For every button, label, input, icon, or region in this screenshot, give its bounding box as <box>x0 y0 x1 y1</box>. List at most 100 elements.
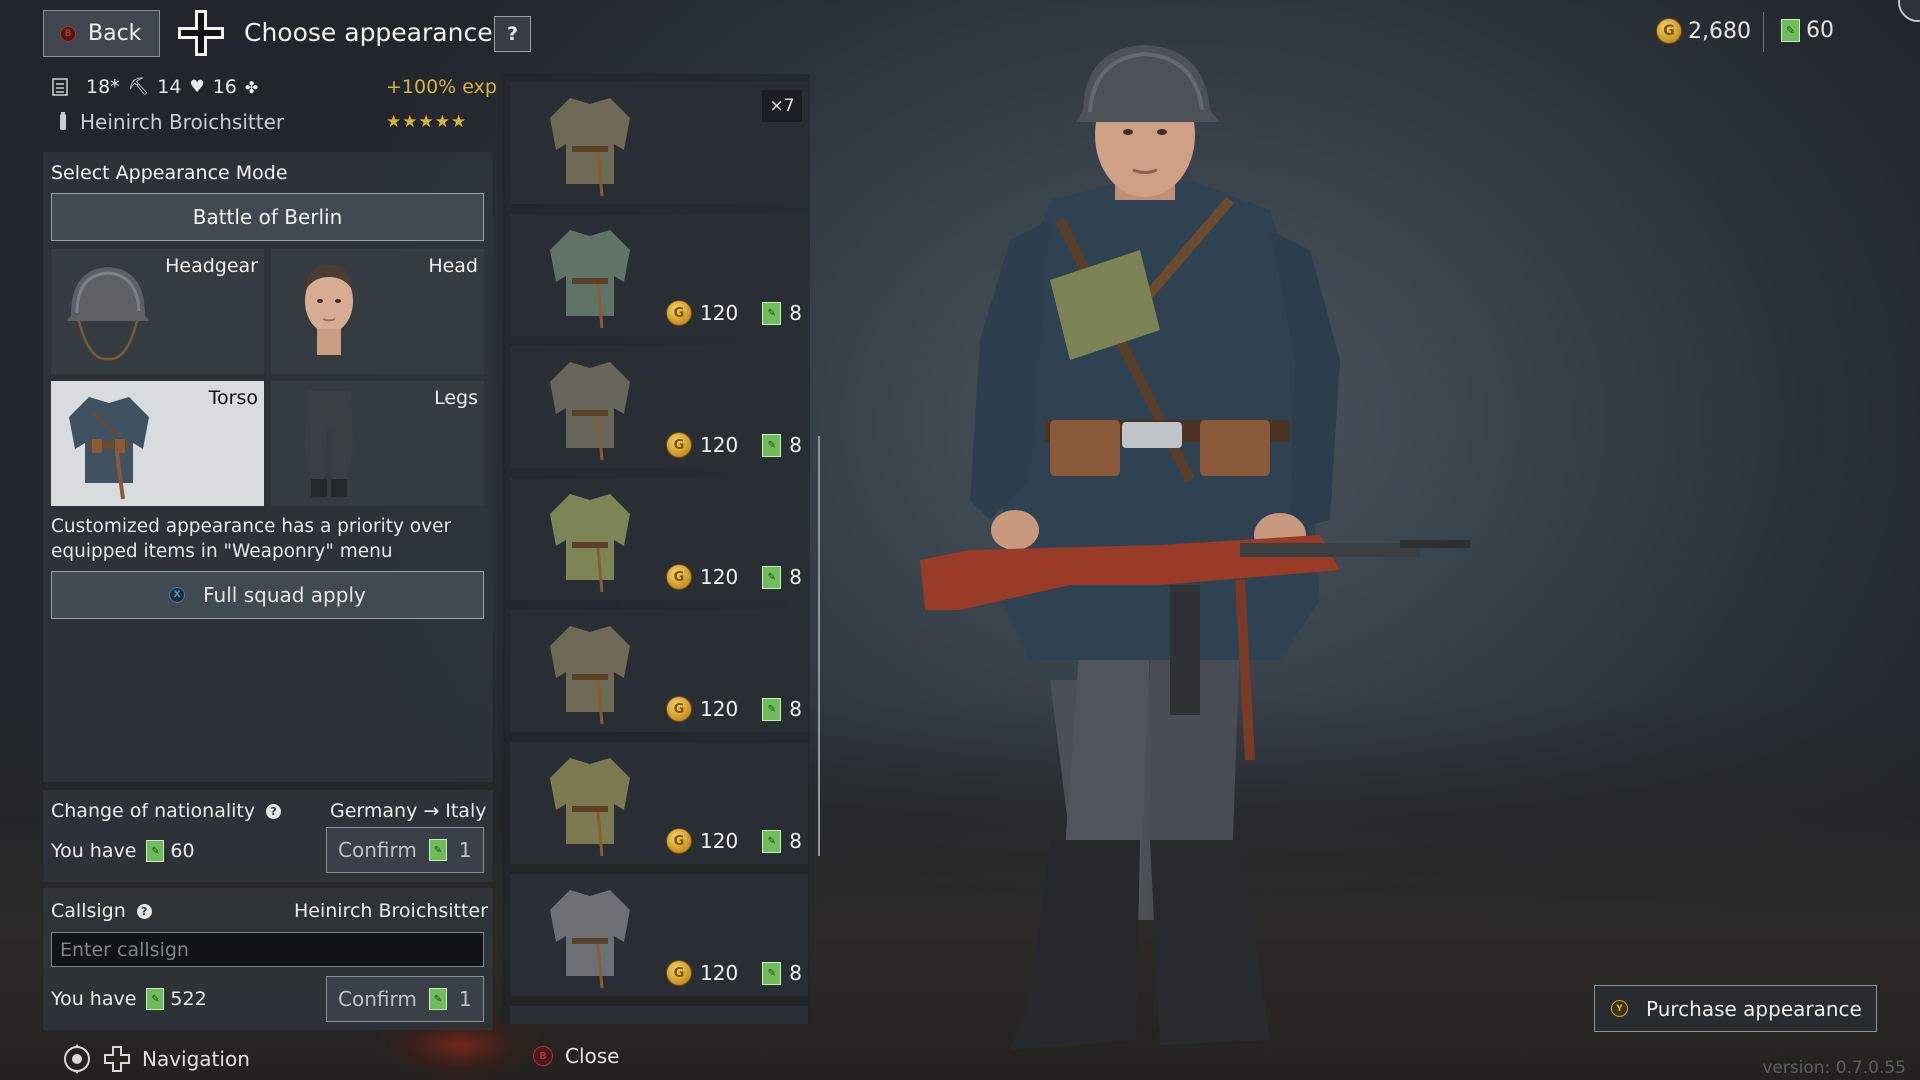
close-label: Close <box>565 1044 620 1068</box>
soldier-rating-stars: ★★★★★ <box>386 112 468 132</box>
nationality-heading-row: Change of nationality ? <box>51 800 282 822</box>
item-gold-price: 120 <box>700 829 739 853</box>
gold-coin-icon: G <box>666 828 692 854</box>
tunic-icon <box>550 494 630 593</box>
callsign-confirm-cost: 1 <box>458 987 472 1011</box>
item-price: G 120 ✎ 8 <box>666 960 802 986</box>
gold-coin-icon: G <box>1656 18 1682 44</box>
slot-headgear-label: Headgear <box>165 255 258 277</box>
item-ticket-price: 8 <box>789 433 802 457</box>
nationality-to: Italy <box>445 800 487 822</box>
callsign-help-icon[interactable]: ? <box>136 903 152 919</box>
dpad-icon <box>104 1046 130 1072</box>
item-price: G 120 ✎ 8 <box>666 828 802 854</box>
rank-list-icon <box>52 78 68 96</box>
gamepad-b-icon: B <box>60 25 76 42</box>
ticket-icon: ✎ <box>1781 19 1800 42</box>
item-count-badge: ×7 <box>762 90 802 122</box>
gamepad-x-icon: X <box>169 587 186 603</box>
item-list-scrollbar[interactable] <box>818 436 820 856</box>
iron-cross-icon <box>178 10 224 56</box>
item-card[interactable]: ×7 <box>510 82 808 204</box>
gold-coin-icon: G <box>666 432 692 458</box>
item-card[interactable]: G 120 ✎ 8 <box>510 214 808 336</box>
item-card[interactable] <box>510 1006 808 1024</box>
item-card[interactable]: G 120 ✎ 8 <box>510 478 808 600</box>
health-icon: ♥ <box>189 77 205 97</box>
nationality-from: Germany <box>330 800 418 822</box>
callsign-current: Heinirch Broichsitter <box>294 900 488 922</box>
callsign-you-have-label: You have <box>51 988 137 1010</box>
slot-head[interactable]: Head <box>271 249 484 374</box>
item-gold-price: 120 <box>700 565 739 589</box>
slot-legs-label: Legs <box>434 387 478 409</box>
ticket-icon: ✎ <box>762 697 782 721</box>
slot-headgear[interactable]: Headgear <box>51 249 264 374</box>
appearance-mode-select[interactable]: Battle of Berlin <box>51 193 484 241</box>
callsign-input[interactable] <box>51 932 484 967</box>
item-ticket-price: 8 <box>789 301 802 325</box>
gamepad-y-icon: Y <box>1611 1000 1628 1017</box>
gold-coin-icon: G <box>666 696 692 722</box>
head-icon <box>305 265 353 355</box>
nationality-you-have-value: 60 <box>170 840 195 862</box>
nationality-confirm-label: Confirm <box>338 838 417 862</box>
item-card[interactable]: G 120 ✎ 8 <box>510 742 808 864</box>
ticket-icon: ✎ <box>428 839 447 861</box>
nationality-confirm-cost: 1 <box>458 838 472 862</box>
nationality-balance: You have ✎ 60 <box>51 840 195 862</box>
slot-torso[interactable]: Torso <box>51 381 264 506</box>
gold-coin-icon: G <box>666 960 692 986</box>
nationality-help-icon[interactable]: ? <box>266 803 282 819</box>
item-card[interactable]: G 120 ✎ 8 <box>510 610 808 732</box>
ticket-icon: ✎ <box>428 988 447 1010</box>
ticket-icon: ✎ <box>762 565 782 589</box>
soldier-stats: 18* ⛏ 14 ♥ 16 ✤ <box>52 76 258 98</box>
agility-icon: ⛏ <box>127 77 150 97</box>
slot-legs[interactable]: Legs <box>271 381 484 506</box>
soldier-preview[interactable] <box>900 40 1550 1080</box>
ticket-amount: 60 <box>1806 18 1834 43</box>
back-button[interactable]: B Back <box>43 10 160 57</box>
tunic-icon <box>550 626 630 725</box>
navigation-hint: Navigation <box>62 1044 250 1074</box>
menu-corner-icon[interactable] <box>1898 0 1920 22</box>
purchase-appearance-button[interactable]: Y Purchase appearance <box>1594 985 1877 1032</box>
callsign-heading-row: Callsign ? <box>51 900 152 922</box>
item-card[interactable]: G 120 ✎ 8 <box>510 346 808 468</box>
nationality-change: Germany → Italy <box>330 800 486 822</box>
close-hint[interactable]: B Close <box>533 1044 619 1068</box>
soldier-stat-3: 16 <box>212 76 237 98</box>
perk-icon: ✤ <box>244 77 259 97</box>
full-squad-apply-button[interactable]: X Full squad apply <box>51 571 484 619</box>
helmet-icon <box>67 267 149 361</box>
slot-torso-label: Torso <box>208 387 258 409</box>
item-gold-price: 120 <box>700 697 739 721</box>
callsign-confirm-button[interactable]: Confirm ✎ 1 <box>326 976 484 1022</box>
tunic-icon <box>550 98 630 197</box>
item-price: G 120 ✎ 8 <box>666 432 802 458</box>
callsign-balance: You have ✎ 522 <box>51 988 207 1010</box>
soldier-name-row: Heinirch Broichsitter <box>58 110 284 134</box>
nationality-confirm-button[interactable]: Confirm ✎ 1 <box>326 827 484 873</box>
item-ticket-price: 8 <box>789 697 802 721</box>
torso-item-list[interactable]: ×7 G 120 ✎ 8 G 120 ✎ 8 G 120 ✎ 8 G 120 ✎… <box>502 74 810 1024</box>
purchase-appearance-label: Purchase appearance <box>1646 996 1862 1021</box>
navigation-label: Navigation <box>142 1047 250 1071</box>
tunic-icon <box>550 890 630 989</box>
item-gold-price: 120 <box>700 433 739 457</box>
item-card[interactable]: G 120 ✎ 8 <box>510 874 808 996</box>
tunic-icon <box>69 397 149 500</box>
priority-note: Customized appearance has a priority ove… <box>51 516 452 562</box>
exp-bonus: +100% exp <box>386 76 497 98</box>
ticket-balance: ✎ 60 <box>1781 18 1834 43</box>
help-button[interactable]: ? <box>494 16 531 52</box>
page-title: Choose appearance <box>244 18 493 47</box>
mode-heading: Select Appearance Mode <box>51 162 288 184</box>
tunic-icon <box>550 230 630 329</box>
item-price: G 120 ✎ 8 <box>666 300 802 326</box>
full-squad-apply-label: Full squad apply <box>203 583 366 607</box>
item-price: G 120 ✎ 8 <box>666 696 802 722</box>
currency-divider <box>1763 12 1764 52</box>
back-label: Back <box>88 21 142 46</box>
